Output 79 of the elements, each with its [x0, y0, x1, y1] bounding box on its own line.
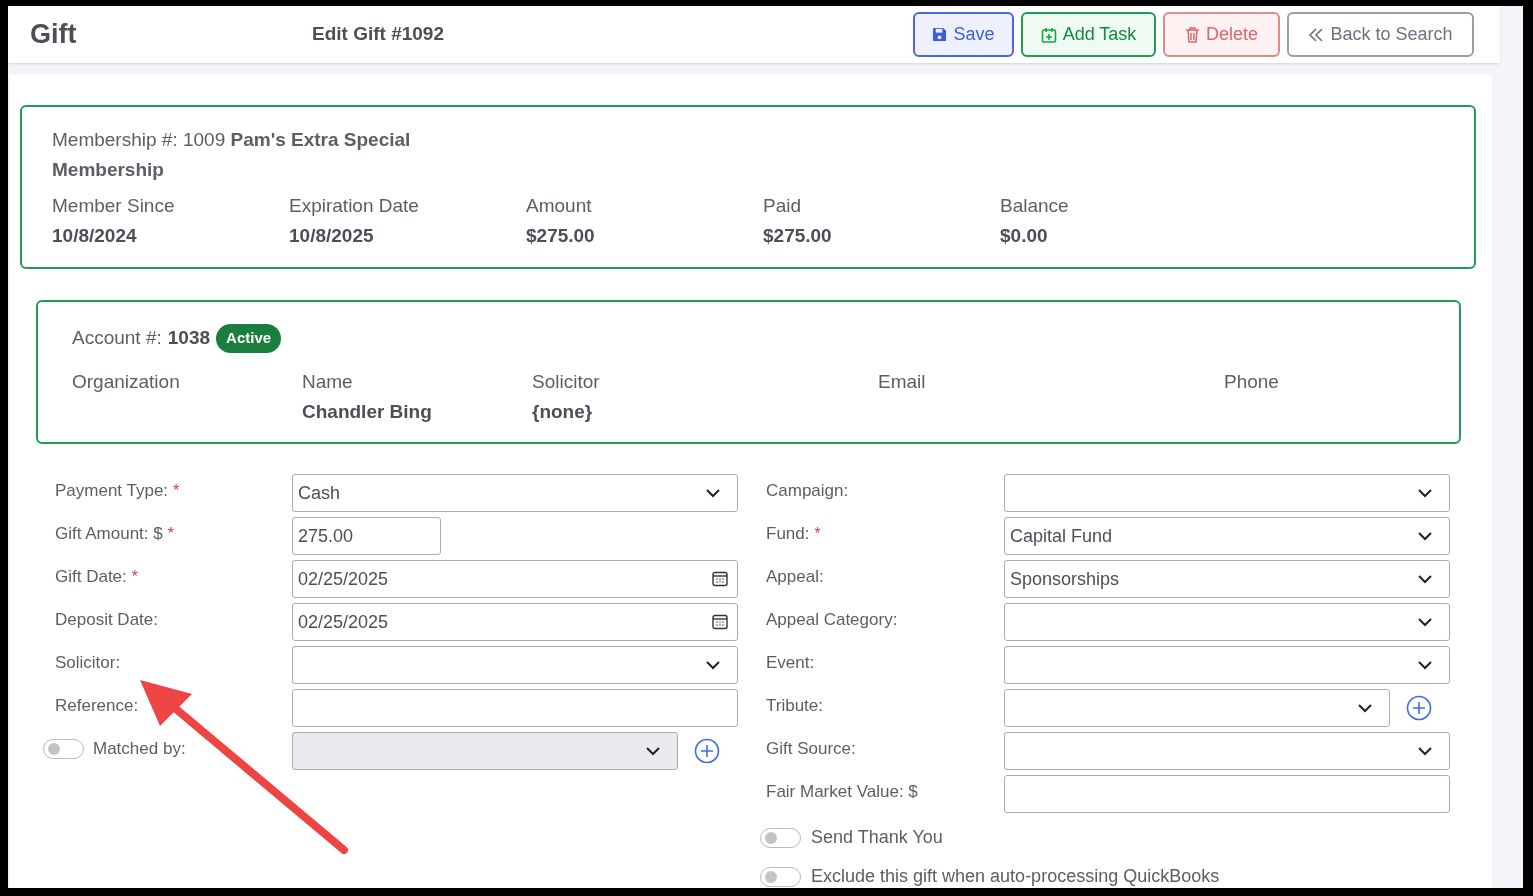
dropdown-field[interactable]: [1004, 646, 1450, 684]
toggle-switch[interactable]: [760, 827, 801, 848]
dropdown-field[interactable]: Cash: [292, 474, 738, 512]
chevron-down-icon: [1418, 746, 1432, 756]
field-label: Name: [302, 369, 354, 394]
field-label: Gift Date:: [54, 566, 127, 588]
calendar-icon: [712, 571, 728, 587]
chevron-down-icon: [706, 488, 720, 498]
dropdown-field[interactable]: [1004, 603, 1450, 641]
field-value: Chandler Bing: [302, 399, 433, 424]
date-field[interactable]: 02/25/2025: [292, 560, 738, 598]
account-label: Account #:: [72, 326, 162, 350]
stat-label: Amount: [526, 194, 593, 218]
stat-label: Member Since: [52, 194, 176, 218]
field-label: Reference:: [54, 695, 139, 717]
chevron-down-icon: [1418, 617, 1432, 627]
field-label: Solicitor: [532, 369, 601, 394]
save-button[interactable]: Save: [913, 12, 1014, 57]
dropdown-field[interactable]: [292, 646, 738, 684]
chevron-down-icon: [1358, 703, 1372, 713]
chevron-down-icon: [706, 660, 720, 670]
field-label: Fund:: [765, 523, 810, 545]
back-button[interactable]: Back to Search: [1287, 12, 1474, 57]
field-label: Gift Amount: $: [54, 523, 163, 545]
field-label: Campaign:: [765, 480, 849, 502]
stat-value: $275.00: [526, 224, 596, 248]
page-subtitle: Edit Gift #1092: [312, 22, 444, 47]
switch-label: Exclude this gift when auto-processing QuickBooks: [811, 865, 1220, 888]
field-label: Fair Market Value: $: [765, 781, 918, 803]
field-label: Appeal Category:: [765, 609, 898, 631]
status-badge: Active: [216, 324, 282, 353]
chevron-down-icon: [1418, 488, 1432, 498]
field-label: Matched by:: [93, 738, 186, 760]
stat-value: $0.00: [1000, 224, 1049, 248]
stat-value: 10/8/2024: [52, 224, 138, 248]
field-label: Solicitor:: [54, 652, 121, 674]
stat-label: Paid: [763, 194, 803, 218]
dropdown-field[interactable]: [1004, 732, 1450, 770]
page-title: Gift: [30, 18, 78, 52]
field-value: {none}: [532, 399, 594, 424]
field-label: Appeal:: [765, 566, 824, 588]
required-asterisk: *: [814, 523, 821, 544]
dropdown-field[interactable]: [1004, 474, 1450, 512]
trash-icon: [1185, 26, 1200, 43]
chevron-down-icon: [1418, 531, 1432, 541]
date-field[interactable]: 02/25/2025: [292, 603, 738, 641]
field-label: Organization: [72, 369, 181, 394]
stat-label: Expiration Date: [289, 194, 420, 218]
double-chevron-left-icon: [1308, 27, 1325, 42]
calendar-plus-icon: [1040, 26, 1057, 43]
calendar-icon: [712, 614, 728, 630]
stat-value: $275.00: [763, 224, 833, 248]
field-label: Phone: [1224, 369, 1280, 394]
field-label: Payment Type:: [54, 480, 169, 502]
chevron-down-icon: [1418, 660, 1432, 670]
field-label: Gift Source:: [765, 738, 856, 760]
chevron-down-icon: [646, 746, 660, 756]
stat-label: Balance: [1000, 194, 1070, 218]
input-field[interactable]: [1004, 775, 1450, 813]
field-label: Deposit Date:: [54, 609, 158, 631]
required-asterisk: *: [131, 566, 139, 587]
add-button[interactable]: [1406, 695, 1432, 721]
stat-value: 10/8/2025: [289, 224, 375, 248]
membership-title: Membership #: 1009 Pam's Extra Special Membership: [52, 128, 412, 182]
account-number: 1038: [167, 326, 211, 350]
input-field[interactable]: 275.00: [292, 517, 441, 555]
field-label: Tribute:: [765, 695, 823, 717]
chevron-down-icon: [1418, 574, 1432, 584]
field-label: Email: [878, 369, 927, 394]
field-label: Event:: [765, 652, 815, 674]
required-asterisk: *: [167, 523, 174, 544]
task-button[interactable]: Add Task: [1021, 12, 1156, 57]
dropdown-field[interactable]: [1004, 689, 1390, 727]
switch-label: Send Thank You: [811, 826, 943, 849]
toggle-switch[interactable]: [760, 866, 801, 887]
input-field[interactable]: [292, 689, 738, 727]
dropdown-field[interactable]: Sponsorships: [1004, 560, 1450, 598]
required-asterisk: *: [173, 480, 180, 501]
dropdown-field[interactable]: Capital Fund: [1004, 517, 1450, 555]
